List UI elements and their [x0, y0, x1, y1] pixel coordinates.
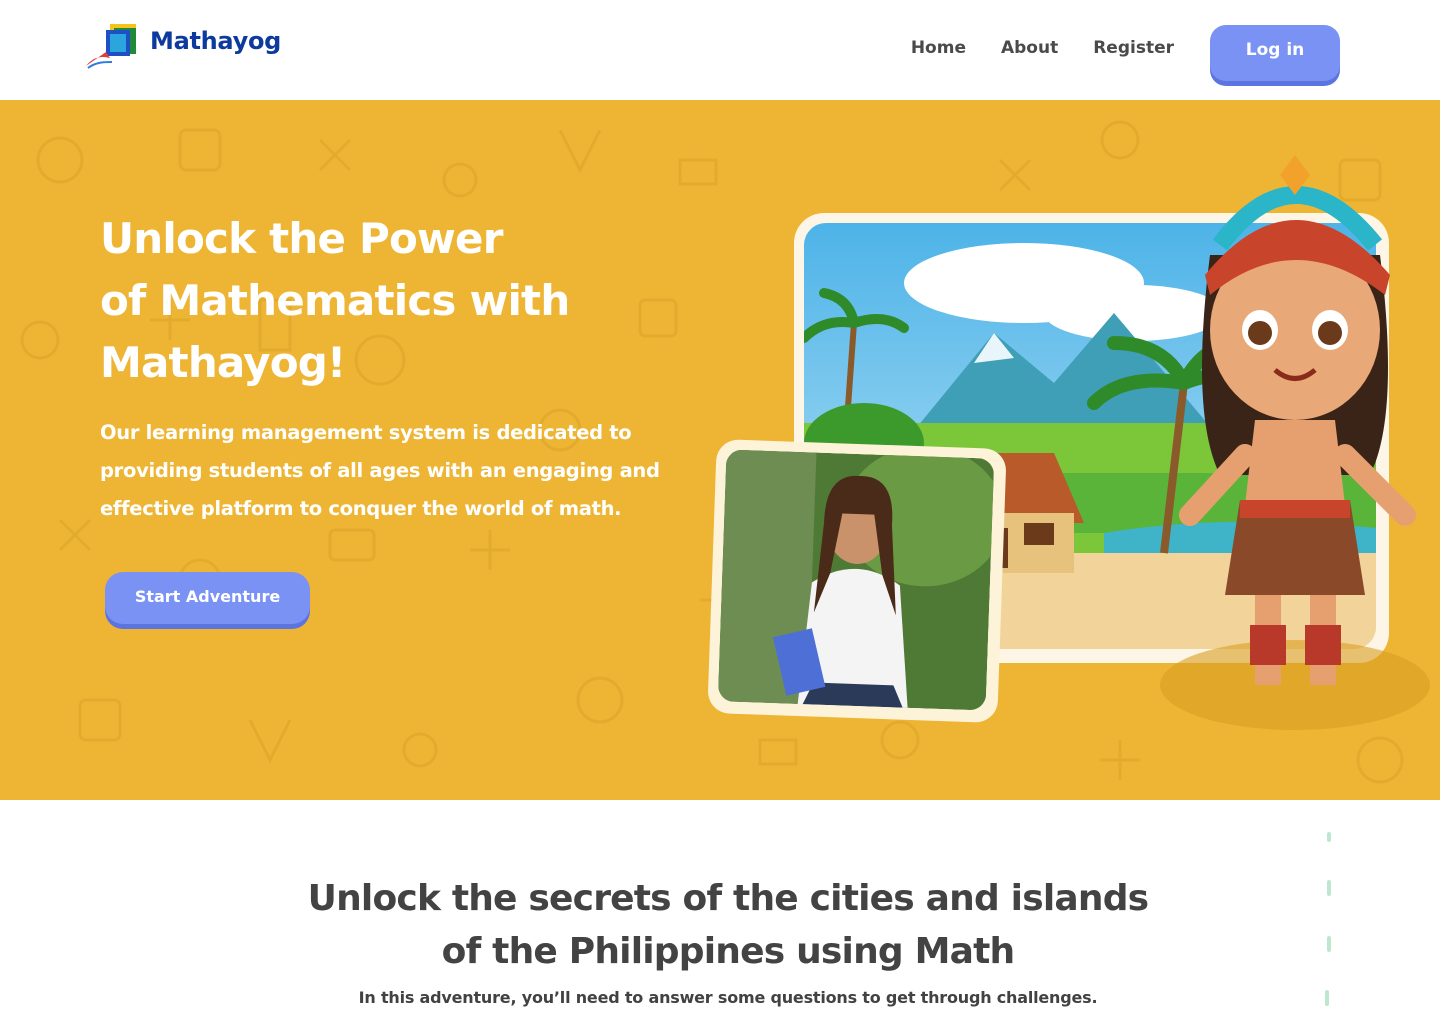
hero-heading-line: Mathayog!: [100, 338, 346, 387]
hero-heading-line: Unlock the Power: [100, 214, 503, 263]
adventure-intro-section: Unlock the secrets of the cities and isl…: [0, 800, 1440, 1024]
section-heading-line: of the Philippines using Math: [441, 931, 1016, 972]
student-photo-frame: [707, 439, 1007, 723]
student-photo: [717, 449, 995, 711]
section-heading-line: Unlock the secrets of the cities and isl…: [307, 878, 1149, 919]
mathayog-logo-icon: [84, 22, 140, 70]
login-button[interactable]: Log in: [1210, 25, 1340, 81]
decorative-dash: [1325, 990, 1329, 1006]
hero-heading-line: of Mathematics with: [100, 276, 570, 325]
hero-heading: Unlock the Power of Mathematics with Mat…: [100, 208, 720, 394]
hero-section: Unlock the Power of Mathematics with Mat…: [0, 100, 1440, 800]
section-heading: Unlock the secrets of the cities and isl…: [0, 872, 1440, 978]
brand-name: Mathayog: [150, 27, 282, 55]
start-adventure-button[interactable]: Start Adventure: [105, 572, 310, 624]
decorative-dash: [1327, 832, 1331, 842]
nav-register-link[interactable]: Register: [1093, 38, 1174, 58]
main-nav: Home About Register: [911, 38, 1174, 58]
decorative-dash: [1327, 936, 1331, 952]
hero-description: Our learning management system is dedica…: [100, 421, 660, 520]
top-navbar: Mathayog Home About Register Log in: [0, 0, 1440, 100]
mascot-character-illustration: [1150, 155, 1440, 745]
section-description: In this adventure, you’ll need to answer…: [358, 988, 1098, 1007]
decorative-dash: [1327, 880, 1331, 896]
logo[interactable]: Mathayog: [84, 22, 281, 70]
nav-home-link[interactable]: Home: [911, 38, 966, 58]
nav-about-link[interactable]: About: [1001, 38, 1058, 58]
